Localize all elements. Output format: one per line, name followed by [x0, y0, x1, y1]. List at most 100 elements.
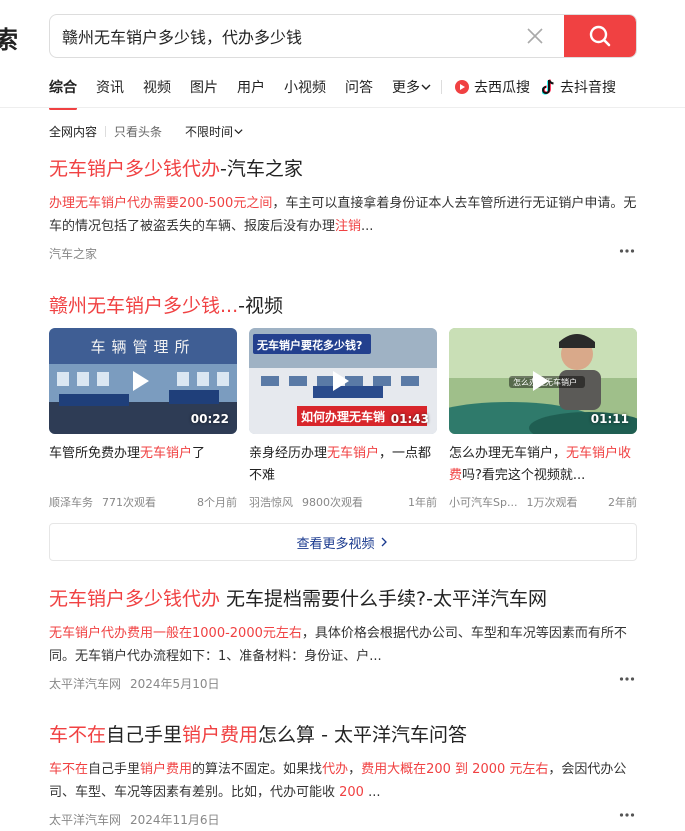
ext-douyin-label: 去抖音搜: [560, 80, 616, 96]
filter-toutiao-only[interactable]: 只看头条: [114, 123, 162, 140]
result-title-text: 无车提档需要什么手续?-太平洋汽车网: [220, 588, 547, 610]
result-title-text: 自己手里: [106, 724, 183, 746]
site-logo-fragment[interactable]: 索: [0, 20, 18, 55]
video-title[interactable]: 亲身经历办理无车销户，一点都不难: [249, 443, 437, 487]
result-snippet: 无车销户代办费用一般在1000-2000元左右，具体价格会根据代办公司、车型和车…: [49, 622, 639, 668]
video-author[interactable]: 顺泽车务: [49, 494, 93, 510]
result-title[interactable]: 车不在自己手里销户费用怎么算 - 太平洋汽车问答: [49, 720, 637, 747]
snippet-highlight: 200: [339, 785, 364, 800]
snippet-highlight: 办理无车销户代办需要200-500元之间: [49, 196, 273, 211]
clear-icon[interactable]: [526, 27, 544, 45]
thumb-overlay-text: 无车销户要花多少钱?: [256, 338, 362, 352]
result-title-highlight: 无车销户多少钱代办: [49, 588, 221, 610]
search-tabs: 综合 资讯 视频 图片 用户 小视频 问答 更多 去西瓜搜 去抖音搜: [49, 76, 628, 110]
thumb-overlay-text: 车辆管理所: [90, 338, 195, 356]
tab-qa[interactable]: 问答: [345, 77, 373, 97]
ext-xigua-link[interactable]: 去西瓜搜: [454, 77, 530, 97]
video-duration: 00:22: [190, 412, 229, 426]
tab-more[interactable]: 更多: [392, 77, 432, 97]
view-more-label: 查看更多视频: [296, 536, 375, 552]
tab-short-video[interactable]: 小视频: [284, 77, 326, 97]
video-thumbnail[interactable]: 车辆管理所 00:22: [49, 328, 237, 434]
result-title-highlight: 销户费用: [182, 724, 259, 746]
result-snippet: 车不在自己手里销户费用的算法不固定。如果找代办，费用大概在200 到 2000 …: [49, 758, 639, 804]
video-views: 9800次观看: [302, 496, 363, 509]
result-source[interactable]: 太平洋汽车网: [49, 675, 121, 692]
chevron-right-icon: [381, 537, 387, 547]
result-snippet: 办理无车销户代办需要200-500元之间，车主可以直接拿着身份证本人去车管所进行…: [49, 192, 639, 238]
more-options-icon[interactable]: [619, 248, 635, 254]
video-age: 1年前: [408, 496, 437, 509]
video-thumbnail[interactable]: 怎么办理无车销户 01:11: [449, 328, 637, 434]
search-input[interactable]: [62, 15, 512, 57]
result-source[interactable]: 太平洋汽车网: [49, 811, 121, 828]
tabs-underline-divider: [0, 107, 685, 108]
video-list: 车辆管理所 00:22 车管所免费办理无车销户了 顺泽车务 771次观看 8个月…: [49, 328, 637, 510]
tab-all[interactable]: 综合: [49, 77, 77, 110]
video-age: 8个月前: [197, 496, 237, 509]
video-title-text: 亲身经历办理: [249, 446, 328, 461]
ext-xigua-label: 去西瓜搜: [474, 80, 530, 96]
result-source[interactable]: 汽车之家: [49, 245, 97, 262]
video-duration: 01:43: [390, 412, 429, 426]
video-author[interactable]: 小可汽车Sp...: [449, 494, 517, 510]
snippet-highlight: 无车销户代办费用一般在1000-2000元左右: [49, 626, 302, 641]
play-icon: [333, 371, 349, 391]
snippet-highlight: 销户费用: [140, 762, 193, 777]
view-more-videos-button[interactable]: 查看更多视频: [49, 523, 637, 561]
filter-time-label: 不限时间: [185, 125, 234, 139]
video-card[interactable]: 怎么办理无车销户 01:11 怎么办理无车销户，无车销户收费吗?看完这个视频就.…: [449, 328, 637, 510]
filter-all-content[interactable]: 全网内容: [49, 123, 97, 140]
chevron-down-icon: [421, 84, 431, 90]
snippet-text: 自己手里: [88, 762, 141, 777]
video-views: 771次观看: [102, 496, 156, 509]
video-card[interactable]: 车辆管理所 00:22 车管所免费办理无车销户了 顺泽车务 771次观看 8个月…: [49, 328, 237, 510]
tab-more-label: 更多: [392, 80, 420, 96]
result-title-highlight: 无车销户多少钱代办: [49, 158, 221, 180]
tab-images[interactable]: 图片: [190, 77, 218, 97]
tab-users[interactable]: 用户: [237, 77, 265, 97]
xigua-icon: [455, 80, 469, 94]
search-button[interactable]: [564, 15, 636, 57]
video-block-title[interactable]: 赣州无车销户多少钱...-视频: [49, 291, 637, 318]
video-title-highlight: 无车销户: [140, 446, 193, 461]
snippet-highlight: 车不在: [49, 762, 89, 777]
snippet-text: ...: [361, 219, 374, 234]
video-card[interactable]: 无车销户要花多少钱? 如何办理无车销 01:43 亲身经历办理无车销户，一点都不…: [249, 328, 437, 510]
ext-douyin-link[interactable]: 去抖音搜: [542, 77, 616, 97]
tab-video[interactable]: 视频: [143, 77, 171, 97]
chevron-down-icon: [234, 129, 243, 135]
result-title[interactable]: 无车销户多少钱代办-汽车之家: [49, 154, 637, 181]
result-meta: 太平洋汽车网 2024年11月6日: [49, 811, 637, 828]
search-icon: [589, 25, 611, 47]
play-icon: [533, 371, 549, 391]
video-title[interactable]: 怎么办理无车销户，无车销户收费吗?看完这个视频就...: [449, 443, 637, 487]
result-title[interactable]: 无车销户多少钱代办 无车提档需要什么手续?-太平洋汽车网: [49, 584, 637, 611]
tab-divider: [441, 80, 442, 94]
filter-bar: 全网内容 只看头条 不限时间: [49, 123, 244, 140]
video-thumbnail[interactable]: 无车销户要花多少钱? 如何办理无车销 01:43: [249, 328, 437, 434]
filter-divider: [105, 126, 107, 137]
more-options-icon[interactable]: [619, 812, 635, 818]
video-meta: 顺泽车务 771次观看 8个月前: [49, 494, 237, 510]
result-title-highlight: 车不在: [49, 724, 107, 746]
result-meta: 太平洋汽车网 2024年5月10日: [49, 675, 637, 692]
snippet-highlight: 注销: [335, 219, 362, 234]
result-date: 2024年11月6日: [130, 813, 220, 827]
douyin-icon: [542, 79, 554, 95]
filter-time[interactable]: 不限时间: [185, 123, 244, 140]
video-title[interactable]: 车管所免费办理无车销户了: [49, 443, 237, 487]
tab-news[interactable]: 资讯: [96, 77, 124, 97]
search-result: 车不在自己手里销户费用怎么算 - 太平洋汽车问答 车不在自己手里销户费用的算法不…: [49, 720, 637, 828]
search-box[interactable]: [49, 14, 637, 58]
result-date: 2024年5月10日: [130, 677, 220, 691]
video-author[interactable]: 羽浩惊风: [249, 494, 293, 510]
search-result: 无车销户多少钱代办-汽车之家 办理无车销户代办需要200-500元之间，车主可以…: [49, 154, 637, 262]
play-icon: [133, 371, 149, 391]
more-options-icon[interactable]: [619, 676, 635, 682]
snippet-highlight: 代办: [322, 762, 349, 777]
result-title-text: -汽车之家: [220, 158, 303, 180]
video-title-text: 车管所免费办理: [49, 446, 141, 461]
video-block-title-text: -视频: [238, 295, 283, 317]
video-title-highlight: 无车销户: [327, 446, 380, 461]
